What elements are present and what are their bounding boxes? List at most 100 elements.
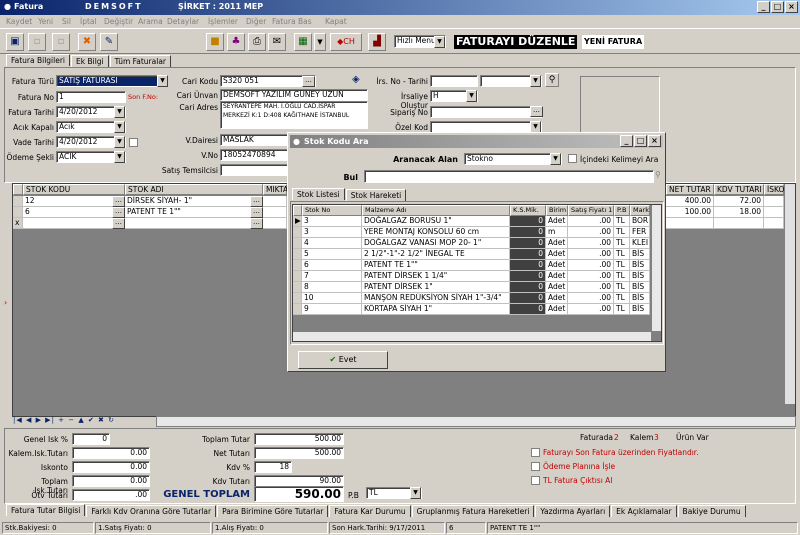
tab-kar-durumu[interactable]: Fatura Kar Durumu	[329, 505, 411, 517]
cell-malzeme-adi[interactable]: DOĞALGAZ VANASI MOP 20- 1"	[362, 238, 510, 249]
cell-malzeme-adi[interactable]: YERE MONTAJ KONSOLU 60 cm	[362, 227, 510, 238]
chevron-down-icon[interactable]: ▼	[114, 151, 125, 163]
stok-adi-browse-button[interactable]: …	[250, 207, 263, 218]
cell-malzeme-adi[interactable]: MANŞON REDÜKSİYON SİYAH 1"-3/4"	[362, 293, 510, 304]
cell-stok-no[interactable]: 5	[302, 249, 362, 260]
edit-icon[interactable]: ✎	[100, 33, 118, 51]
row-kdv-tutari[interactable]: 72.00	[714, 196, 764, 207]
search-icon[interactable]: ⚲	[545, 73, 559, 87]
chevron-down-icon[interactable]: ▼	[530, 75, 541, 87]
row-isko[interactable]	[764, 218, 784, 229]
minimize-button[interactable]: _	[757, 1, 770, 13]
cell-pb[interactable]: TL	[614, 293, 630, 304]
cell-malzeme-adi[interactable]: PATENT DİRSEK 1 1/4"	[362, 271, 510, 282]
chevron-down-icon[interactable]: ▼	[466, 90, 477, 102]
dialog-close-button[interactable]: ×	[648, 135, 661, 147]
dialog-minimize-button[interactable]: _	[620, 135, 633, 147]
menu-diger[interactable]: Diğer	[246, 17, 266, 26]
cell-ks-mik[interactable]: 0	[510, 249, 546, 260]
cell-satis-fiyati[interactable]: .00	[568, 260, 614, 271]
tab-para-birimi[interactable]: Para Birimine Göre Tutarlar	[217, 505, 329, 517]
tab-fatura-tutar-bilgisi[interactable]: Fatura Tutar Bilgisi	[6, 504, 86, 516]
stok-adi-browse-button[interactable]: …	[250, 218, 263, 229]
otv-field[interactable]: .00	[72, 489, 150, 501]
cell-ks-mik[interactable]: 0	[510, 282, 546, 293]
chevron-down-icon[interactable]: ▼	[410, 487, 421, 499]
col-marka[interactable]: Mark	[630, 205, 650, 216]
chevron-down-icon[interactable]: ▼	[114, 136, 125, 148]
cell-malzeme-adi[interactable]: PATENT DİRSEK 1"	[362, 282, 510, 293]
cell-satis-fiyati[interactable]: .00	[568, 249, 614, 260]
cell-ks-mik[interactable]: 0	[510, 238, 546, 249]
chevron-down-icon[interactable]: ▼	[114, 121, 125, 133]
son-fatura-checkbox[interactable]	[531, 448, 540, 457]
aranacak-alan-select[interactable]: Stokno	[464, 153, 562, 165]
net-tutar-field[interactable]: 500.00	[254, 447, 344, 459]
col-birim[interactable]: Birim	[546, 205, 568, 216]
chevron-down-icon[interactable]: ▼	[157, 75, 168, 87]
cell-ks-mik[interactable]: 0	[510, 227, 546, 238]
cell-satis-fiyati[interactable]: .00	[568, 238, 614, 249]
cell-stok-no[interactable]: 3	[302, 216, 362, 227]
cari-unvan-field[interactable]: DEMSOFT YAZILIM GÜNEY UZUN	[220, 89, 368, 101]
row-stok-kodu[interactable]: 6	[23, 207, 125, 218]
cell-satis-fiyati[interactable]: .00	[568, 293, 614, 304]
cell-stok-no[interactable]: 7	[302, 271, 362, 282]
cell-marka[interactable]: BİS	[630, 304, 650, 315]
tab-stok-hareketi[interactable]: Stok Hareketi	[345, 189, 407, 201]
cell-birim[interactable]: Adet	[546, 304, 568, 315]
iskonto-field[interactable]: 0.00	[72, 461, 150, 473]
delete-icon[interactable]: ▫	[52, 33, 70, 51]
fatura-turu-select[interactable]: SATIŞ FATURASI	[56, 75, 168, 87]
cell-ks-mik[interactable]: 0	[510, 293, 546, 304]
row-stok-kodu[interactable]: 12	[23, 196, 125, 207]
cell-birim[interactable]: m	[546, 227, 568, 238]
maximize-button[interactable]: □	[771, 1, 784, 13]
cell-marka[interactable]: BİS	[630, 249, 650, 260]
vdairesi-field[interactable]: MASLAK	[220, 134, 290, 146]
cell-marka[interactable]: BİS	[630, 260, 650, 271]
menu-arama[interactable]: Arama	[138, 17, 163, 26]
stok-kodu-browse-button[interactable]: …	[112, 218, 125, 229]
grid-horizontal-scrollbar[interactable]	[156, 416, 796, 427]
stok-grid-vertical-scrollbar[interactable]	[651, 205, 661, 331]
toplam-tutar-field[interactable]: 500.00	[254, 433, 344, 445]
row-isko[interactable]	[764, 196, 784, 207]
chevron-down-icon[interactable]: ▼	[550, 153, 561, 165]
col-ks-mik[interactable]: K.S.Mik.	[510, 205, 546, 216]
menu-islemler[interactable]: İşlemler	[208, 17, 238, 26]
cell-pb[interactable]: TL	[614, 271, 630, 282]
cell-pb[interactable]: TL	[614, 282, 630, 293]
print-icon[interactable]: ⎙	[248, 33, 266, 51]
cell-malzeme-adi[interactable]: PATENT TE 1""	[362, 260, 510, 271]
cell-birim[interactable]: Adet	[546, 271, 568, 282]
cell-stok-no[interactable]: 3	[302, 227, 362, 238]
chevron-down-icon[interactable]: ▼	[434, 36, 445, 48]
chevron-down-icon[interactable]: ▼	[114, 106, 125, 118]
cell-marka[interactable]: KLEI	[630, 238, 650, 249]
row-kdv-tutari[interactable]: 18.00	[714, 207, 764, 218]
row-miktar[interactable]	[263, 207, 287, 218]
stok-adi-browse-button[interactable]: …	[250, 196, 263, 207]
menu-degistir[interactable]: Değiştir	[104, 17, 133, 26]
menu-sil[interactable]: Sil	[62, 17, 71, 26]
row-net-tutar[interactable]	[666, 218, 714, 229]
cell-stok-no[interactable]: 4	[302, 238, 362, 249]
tab-stok-listesi[interactable]: Stok Listesi	[292, 188, 345, 200]
cell-satis-fiyati[interactable]: .00	[568, 216, 614, 227]
save-icon[interactable]: ▣	[6, 33, 24, 51]
col-miktar[interactable]: MIKTA	[263, 184, 288, 195]
col-isko[interactable]: İSKO	[764, 184, 784, 195]
close-button[interactable]: ×	[785, 1, 798, 13]
cell-pb[interactable]: TL	[614, 216, 630, 227]
cell-birim[interactable]: Adet	[546, 282, 568, 293]
cell-birim[interactable]: Adet	[546, 260, 568, 271]
evet-button[interactable]: ✔ Evet	[298, 351, 388, 369]
stok-grid-horizontal-scrollbar[interactable]	[293, 331, 651, 341]
grid-navigator[interactable]: |◀ ◀ ▶ ▶| + − ▲ ✔ ✖ ↻	[13, 416, 153, 427]
cell-ks-mik[interactable]: 0	[510, 260, 546, 271]
col-pb[interactable]: P.B	[614, 205, 630, 216]
cell-satis-fiyati[interactable]: .00	[568, 304, 614, 315]
cell-pb[interactable]: TL	[614, 304, 630, 315]
tl-cikti-checkbox[interactable]	[531, 476, 540, 485]
